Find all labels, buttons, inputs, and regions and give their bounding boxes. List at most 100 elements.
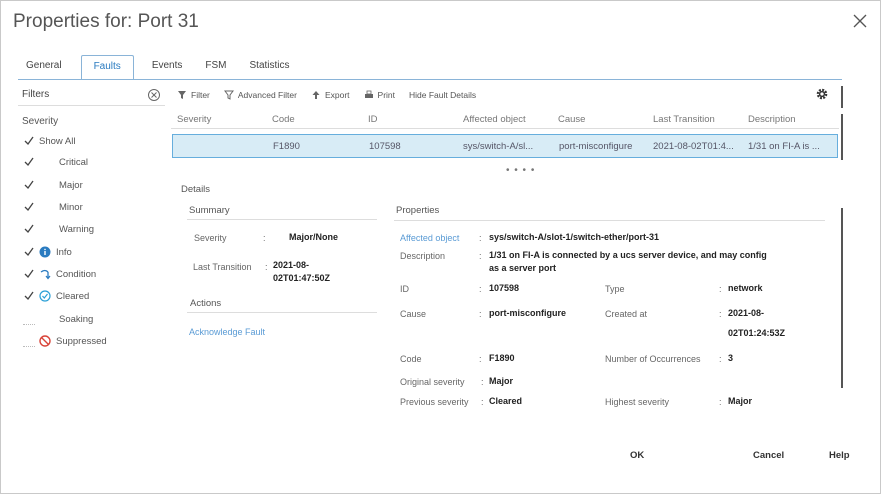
colon: : xyxy=(479,309,482,319)
colon: : xyxy=(265,262,268,272)
properties-dialog: Properties for: Port 31 General Faults E… xyxy=(0,0,881,494)
colon: : xyxy=(719,397,722,407)
cell-code: F1890 xyxy=(273,141,300,152)
ok-button[interactable]: OK xyxy=(630,450,644,461)
filter-label: Condition xyxy=(56,268,97,280)
previous-severity-value: Cleared xyxy=(489,396,523,406)
type-value: network xyxy=(728,283,763,293)
summary-severity-label: Severity xyxy=(194,233,227,243)
advanced-filter-label: Advanced Filter xyxy=(237,90,297,100)
created-at-value-1: 2021-08- xyxy=(728,308,765,318)
checkbox-checked-icon[interactable] xyxy=(23,223,35,235)
cause-value: port-misconfigure xyxy=(489,308,567,318)
cell-id: 107598 xyxy=(369,141,401,152)
advanced-filter-button[interactable]: Advanced Filter xyxy=(223,90,297,100)
tab-bar: General Faults Events FSM Statistics xyxy=(18,55,305,80)
filter-button-label: Filter xyxy=(191,90,210,100)
highest-severity-value: Major xyxy=(728,396,753,406)
faults-table-header: Severity Code ID Affected object Cause L… xyxy=(171,111,839,129)
colon: : xyxy=(481,377,484,387)
filter-label: Minor xyxy=(59,201,83,213)
column-header-description[interactable]: Description xyxy=(748,114,796,125)
summary-last-transition-label: Last Transition xyxy=(193,262,252,272)
filter-minor[interactable]: Minor xyxy=(23,200,83,214)
hide-fault-details-label: Hide Fault Details xyxy=(409,90,477,100)
colon: : xyxy=(479,284,482,294)
filter-label: Critical xyxy=(59,156,89,168)
column-header-cause[interactable]: Cause xyxy=(558,114,585,125)
actions-divider xyxy=(187,312,377,313)
actions-header: Actions xyxy=(190,298,222,309)
filter-show-all[interactable]: Show All xyxy=(23,134,75,148)
column-header-severity[interactable]: Severity xyxy=(177,114,211,125)
checkbox-checked-icon[interactable] xyxy=(23,201,35,213)
created-at-label: Created at xyxy=(605,309,648,319)
column-header-last-transition[interactable]: Last Transition xyxy=(653,114,715,125)
colon: : xyxy=(263,233,266,243)
severity-filter-label: Severity xyxy=(22,116,59,127)
checkbox-unchecked[interactable] xyxy=(23,313,35,325)
column-header-id[interactable]: ID xyxy=(368,114,378,125)
export-label: Export xyxy=(324,90,350,100)
clear-filters-icon[interactable] xyxy=(147,88,161,102)
close-icon[interactable] xyxy=(851,12,869,30)
summary-last-transition-value-1: 2021-08- xyxy=(273,260,310,270)
checkbox-checked-icon[interactable] xyxy=(23,179,35,191)
description-value-1: 1/31 on FI-A is connected by a ucs serve… xyxy=(489,250,767,260)
cell-description: 1/31 on FI-A is ... xyxy=(748,141,820,152)
column-header-code[interactable]: Code xyxy=(272,114,295,125)
cancel-button[interactable]: Cancel xyxy=(753,450,784,461)
filter-soaking[interactable]: Soaking xyxy=(23,312,93,326)
summary-severity-value: Major/None xyxy=(289,232,339,242)
filter-major[interactable]: Major xyxy=(23,178,83,192)
info-icon xyxy=(39,246,51,258)
checkbox-checked-icon[interactable] xyxy=(23,246,35,258)
details-scrollbar[interactable] xyxy=(841,208,843,388)
advanced-filter-icon xyxy=(223,90,234,100)
created-at-value-2: 02T01:24:53Z xyxy=(728,328,786,338)
checkbox-checked-icon[interactable] xyxy=(23,290,35,302)
acknowledge-fault-link[interactable]: Acknowledge Fault xyxy=(189,327,265,337)
dialog-title: Properties for: Port 31 xyxy=(13,11,199,32)
properties-divider xyxy=(394,220,825,221)
export-button[interactable]: Export xyxy=(311,90,350,100)
tab-statistics[interactable]: Statistics xyxy=(242,55,298,80)
tab-fsm[interactable]: FSM xyxy=(197,55,234,80)
filter-info[interactable]: Info xyxy=(23,245,72,259)
toolbar-scrollbar[interactable] xyxy=(841,86,843,108)
help-button[interactable]: Help xyxy=(829,450,850,461)
affected-object-label[interactable]: Affected object xyxy=(400,233,459,243)
details-header: Details xyxy=(181,184,211,195)
gear-icon[interactable] xyxy=(815,87,829,101)
cell-cause: port-misconfigure xyxy=(559,141,633,152)
properties-header: Properties xyxy=(396,205,440,216)
tab-events[interactable]: Events xyxy=(144,55,191,80)
checkbox-checked-icon[interactable] xyxy=(23,156,35,168)
filter-critical[interactable]: Critical xyxy=(23,155,88,169)
table-row[interactable]: F1890 107598 sys/switch-A/sl... port-mis… xyxy=(172,134,838,158)
tab-general[interactable]: General xyxy=(18,55,70,80)
occurrences-label: Number of Occurrences xyxy=(605,354,701,364)
splitter-handle[interactable]: • • • • xyxy=(506,165,535,176)
filter-suppressed[interactable]: Suppressed xyxy=(23,334,107,348)
faults-toolbar: Filter Advanced Filter Export Print Hide… xyxy=(177,88,490,102)
summary-last-transition-value-2: 02T01:47:50Z xyxy=(273,273,331,283)
filter-warning[interactable]: Warning xyxy=(23,222,94,236)
checkbox-unchecked[interactable] xyxy=(23,335,35,347)
summary-divider xyxy=(187,219,377,220)
column-header-affected-object[interactable]: Affected object xyxy=(463,114,526,125)
tab-underline xyxy=(18,79,842,80)
description-value-2: as a server port xyxy=(489,263,557,273)
id-label: ID xyxy=(400,284,409,294)
hide-fault-details-button[interactable]: Hide Fault Details xyxy=(409,90,476,100)
checkbox-checked-icon[interactable] xyxy=(23,135,35,147)
filter-cleared[interactable]: Cleared xyxy=(23,289,89,303)
checkbox-checked-icon[interactable] xyxy=(23,268,35,280)
grid-scrollbar[interactable] xyxy=(841,114,843,160)
print-button[interactable]: Print xyxy=(364,90,395,100)
tab-faults[interactable]: Faults xyxy=(80,55,134,80)
colon: : xyxy=(719,284,722,294)
filter-button[interactable]: Filter xyxy=(177,90,210,100)
filter-condition[interactable]: Condition xyxy=(23,267,96,281)
code-label: Code xyxy=(400,354,422,364)
